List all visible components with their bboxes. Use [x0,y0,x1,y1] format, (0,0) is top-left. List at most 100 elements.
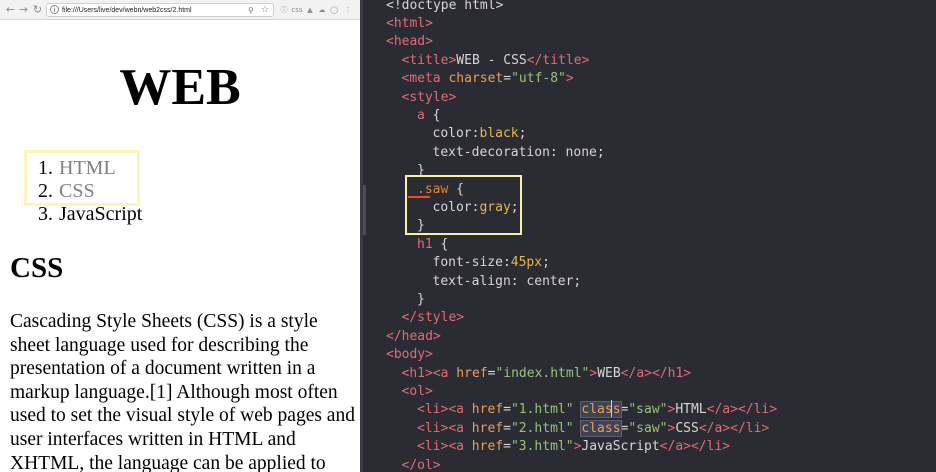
code-token: <a [448,439,464,455]
code-token: "3.html" [510,439,574,455]
back-arrow-icon[interactable]: ← [4,2,17,18]
chart-extension-icon[interactable]: ▲ [305,4,315,16]
code-line: text-align: center; [433,273,582,291]
code-line: color:black; [433,125,527,143]
code-line: <li><a href="3.html">JavaScript</a></li> [417,438,730,456]
address-text: file:///Users/live/dev/webn/web2css/2.ht… [62,7,192,14]
code-token: JavaScript [581,439,660,455]
code-token: class [580,401,622,419]
code-token: = [503,71,512,87]
code-token: WEB - CSS [456,52,527,68]
code-token: href [463,439,504,455]
screen: ← → ↻ i file:///Users/live/dev/webn/web2… [0,0,936,472]
page-title-link[interactable]: WEB [0,58,360,118]
code-token: <li> [417,402,449,418]
ring-extension-icon[interactable]: ◯ [329,4,339,16]
forward-arrow-icon[interactable]: → [17,2,30,18]
css-extension-icon[interactable]: css [291,4,303,16]
code-token: "utf-8" [511,71,566,87]
code-token: <a [432,365,449,381]
code-line: <li><a href="2.html" class="saw">CSS</a>… [417,419,769,438]
code-token: </style> [401,310,465,326]
list-link-html[interactable]: HTML [59,157,116,179]
reload-icon[interactable]: ↻ [31,2,44,18]
menu-icon[interactable]: ⋮ [343,4,353,16]
code-line: </ol> [402,457,441,472]
code-line: h1 { [417,236,448,254]
section-heading: CSS [10,252,64,284]
code-token: = [503,402,511,418]
browser-toolbar: ← → ↻ i file:///Users/live/dev/webn/web2… [0,0,360,20]
error-underline [408,196,430,198]
code-token: </a> [698,420,731,436]
list-link-javascript[interactable]: JavaScript [59,203,142,225]
code-token: black [479,126,519,142]
code-token: <!doctype html> [386,0,504,13]
code-token: </ol> [401,457,441,472]
code-token: <head> [386,34,433,50]
code-token: > [565,71,574,87]
code-token: "2.html" [510,420,574,436]
code-line: <!doctype html> [386,0,503,15]
code-line: <style> [402,89,457,107]
code-token: HTML [675,402,707,418]
code-token: </a> [706,402,738,418]
code-line: } [417,291,425,309]
code-token: <body> [386,347,433,363]
code-token: <a [448,420,464,436]
list-item: 3. JavaScript [38,203,142,226]
zoom-icon[interactable]: ⚲ [248,4,254,17]
highlight-box [405,175,522,235]
code-token: "saw" [628,420,668,436]
code-token: ; [518,126,527,142]
code-token: color [432,126,472,142]
code-token: 45px [510,255,543,271]
code-token: : none; [549,144,605,160]
list-number: 1. [38,157,53,179]
code-token: "index.html" [495,365,590,381]
code-line: <body> [386,346,433,364]
code-token: </h1> [651,365,692,381]
list-number: 3. [38,203,53,225]
list-item: 2. CSS [38,180,95,203]
code-token: <ol> [401,383,433,399]
code-line: font-size:45px; [433,254,550,272]
info-icon[interactable]: i [50,5,59,14]
browser-window: ← → ↻ i file:///Users/live/dev/webn/web2… [0,0,360,472]
code-token: : center; [510,273,582,289]
code-token: font-size [432,255,503,271]
address-bar[interactable]: i file:///Users/live/dev/webn/web2css/2.… [46,3,274,17]
code-token: { [424,107,441,123]
code-token: CSS [675,420,699,436]
cloud-extension-icon[interactable]: ☁ [317,4,327,16]
code-token: <li> [417,439,449,455]
code-token: "saw" [628,402,668,418]
code-line: <li><a href="1.html" class="saw">HTML</a… [417,401,777,419]
code-token: { [432,236,449,252]
code-token: </a> [620,365,652,381]
code-token: h1 [417,236,433,252]
bookmark-star-icon[interactable]: ☆ [261,4,269,17]
code-line: a { [417,107,440,125]
code-token: = [503,439,511,455]
code-token: "1.html" [510,402,574,418]
code-token: </a> [659,439,691,455]
code-line: <html> [386,15,433,33]
code-line: </head> [386,328,441,346]
code-token: ; [542,255,550,271]
code-token: > [589,365,598,381]
code-token: href [463,402,504,418]
code-token: href [448,365,488,381]
code-token: <style> [401,89,457,105]
code-editor[interactable]: <!doctype html> <html> <head> <title>WEB - … [363,0,936,472]
code-token: </title> [526,52,590,68]
code-line: text-decoration: none; [433,144,605,162]
code-token: = [503,420,511,436]
body-paragraph: Cascading Style Sheets (CSS) is a style … [10,311,355,472]
info-extension-icon[interactable]: ⓘ [279,4,289,16]
code-token: : [502,255,511,271]
list-link-css[interactable]: CSS [59,180,95,202]
code-token: WEB [597,365,621,381]
list-number: 2. [38,180,53,202]
code-token: text-decoration [432,144,550,160]
